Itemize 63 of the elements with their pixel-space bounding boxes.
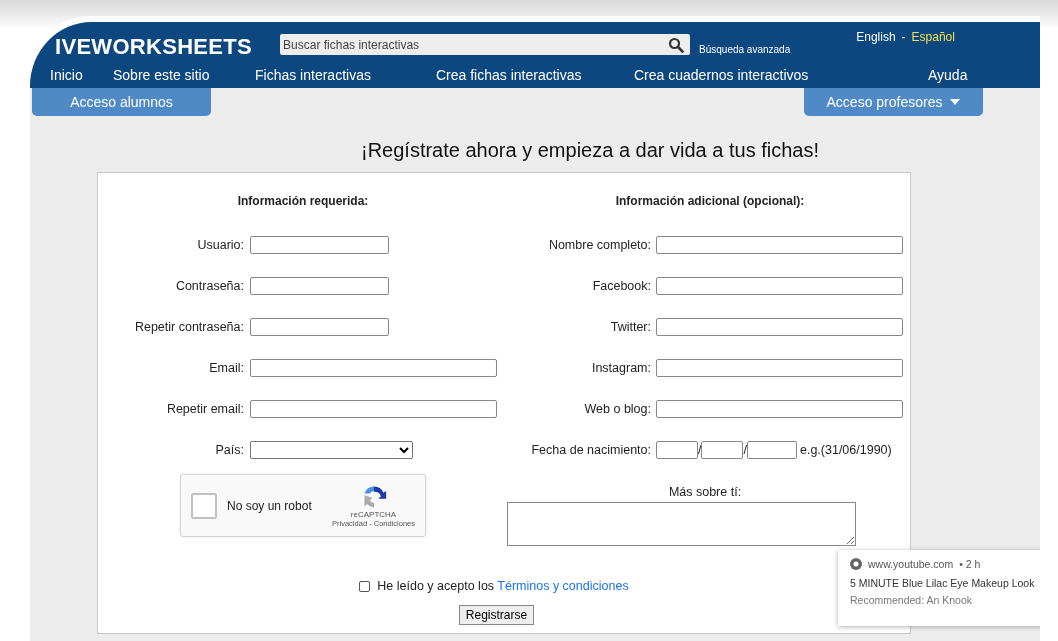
captcha-brand: reCAPTCHA: [350, 509, 397, 519]
section-title: Información adicional (opcional):: [614, 194, 806, 208]
separator-text: -: [901, 30, 906, 44]
field-label: Nombre completo:: [547, 237, 651, 252]
input-field[interactable]: [250, 235, 389, 254]
month-field[interactable]: [701, 440, 744, 459]
input-field[interactable]: [250, 317, 389, 336]
field-label: Web o blog:: [583, 401, 651, 416]
input-field[interactable]: [656, 235, 903, 254]
date-hint: e.g.(31/06/1990): [799, 442, 892, 457]
year-field[interactable]: [746, 440, 797, 459]
field-label: Usuario:: [196, 237, 244, 252]
language-link[interactable]: Español: [911, 30, 955, 44]
field-label: Contraseña:: [174, 278, 244, 293]
input-field[interactable]: [250, 358, 497, 377]
page-heading: ¡Regístrate ahora y empieza a dar vida a tus fichas!: [360, 139, 820, 163]
field-label: Email:: [208, 360, 244, 375]
country-select[interactable]: [250, 440, 413, 459]
field-label: Repetir contraseña:: [133, 319, 244, 334]
input-field[interactable]: [656, 317, 903, 336]
advanced-search-link[interactable]: Búsqueda avanzada: [699, 44, 791, 55]
day-field[interactable]: [656, 440, 698, 459]
nav-link[interactable]: Crea fichas interactivas: [436, 67, 634, 83]
input-field[interactable]: [656, 399, 903, 418]
notification-subtitle: Recommended: An Knook: [850, 594, 973, 606]
terms-link[interactable]: Términos y condiciones: [497, 579, 629, 593]
input-field[interactable]: [250, 399, 497, 418]
notification-title: 5 MINUTE Blue Lilac Eye Makeup Look: [850, 577, 1036, 589]
access-tab[interactable]: Acceso alumnos: [32, 88, 211, 116]
input-field[interactable]: [656, 276, 903, 295]
notification-card[interactable]: www.youtube.com • 2 h 5 MINUTE Blue Lilac Eye Makeup Look Recommended: An Knook: [838, 550, 1040, 626]
notification-time: • 2 h: [959, 558, 981, 570]
captcha-label: No soy un robot: [227, 498, 313, 513]
nav-link[interactable]: Crea cuadernos interactivos: [634, 67, 928, 83]
language-link[interactable]: English: [856, 30, 896, 44]
nav-link[interactable]: Fichas interactivas: [255, 67, 436, 83]
search-icon[interactable]: [668, 37, 685, 53]
search-field[interactable]: Buscar fichas interactivas: [280, 34, 691, 55]
nav-link[interactable]: Inicio: [50, 67, 113, 83]
date-separator: /: [743, 442, 747, 457]
nav-link[interactable]: Sobre este sitio: [113, 67, 255, 83]
notification-source: www.youtube.com: [868, 558, 954, 570]
terms-checkbox[interactable]: [359, 580, 371, 592]
terms-text: He leído y acepto los Términos y condiciones: [377, 579, 629, 593]
nav-link[interactable]: Ayuda: [928, 67, 968, 83]
date-separator: /: [698, 442, 702, 457]
field-label: Fecha de nacimiento:: [530, 442, 651, 457]
field-label: Twitter:: [609, 319, 651, 334]
register-button[interactable]: Registrarse: [458, 605, 535, 625]
access-tab[interactable]: Acceso profesores: [804, 88, 983, 116]
field-label: Facebook:: [591, 278, 651, 293]
site-logo[interactable]: IVEWORKSHEETS: [55, 34, 253, 60]
caret-icon: [950, 99, 961, 105]
captcha-checkbox[interactable]: [191, 492, 217, 519]
field-label: Repetir email:: [165, 401, 244, 416]
field-label: Más sobre tí:: [667, 485, 743, 499]
field-label: País:: [214, 442, 244, 457]
section-title: Información requerida:: [236, 194, 370, 208]
input-field[interactable]: [656, 358, 903, 377]
browser-icon: [850, 558, 862, 570]
field-label: Instagram:: [590, 360, 651, 375]
text-area[interactable]: [507, 502, 856, 546]
input-field[interactable]: [250, 276, 389, 295]
